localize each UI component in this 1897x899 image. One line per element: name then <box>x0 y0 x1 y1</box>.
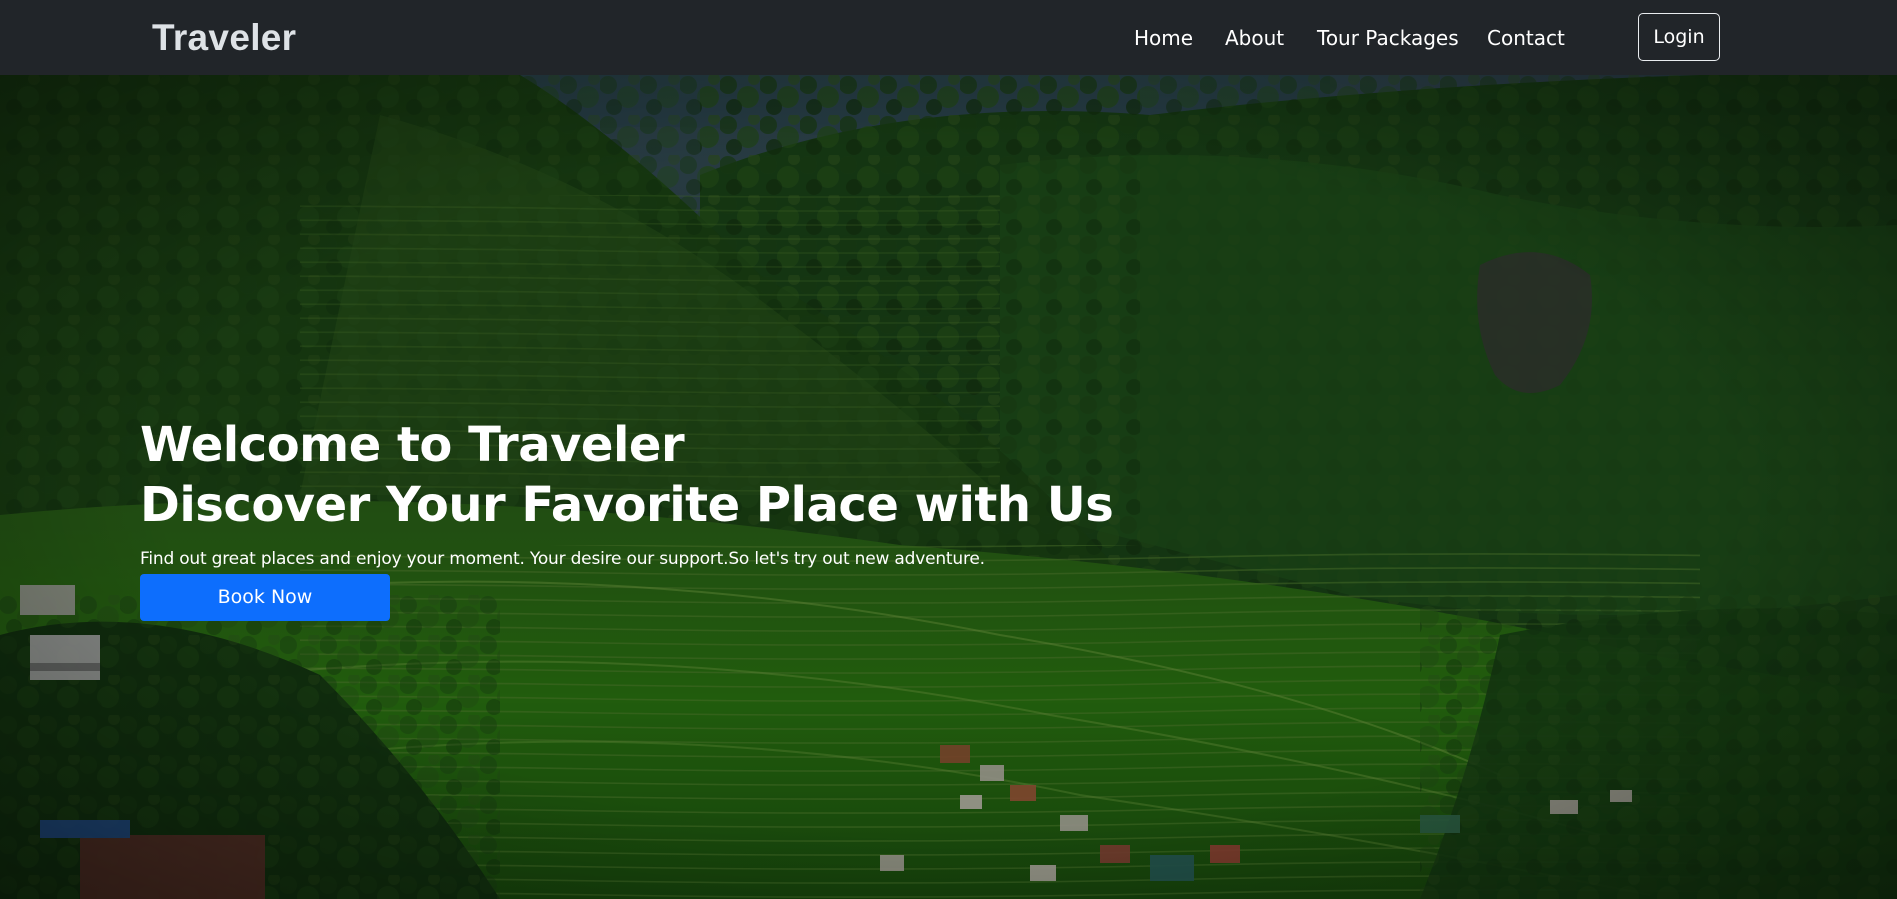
book-now-button[interactable]: Book Now <box>140 574 390 621</box>
login-button[interactable]: Login <box>1638 13 1720 61</box>
nav-item-about[interactable]: About <box>1225 24 1284 52</box>
nav-item-contact[interactable]: Contact <box>1487 24 1565 52</box>
nav-links: Home About Tour Packages Contact <box>0 24 1897 54</box>
hero-title-line-2: Discover Your Favorite Place with Us <box>140 477 1114 533</box>
nav-item-home[interactable]: Home <box>1134 24 1193 52</box>
navbar: Traveler Home About Tour Packages Contac… <box>0 0 1897 75</box>
hero-title: Welcome to Traveler Discover Your Favori… <box>140 415 1140 535</box>
nav-item-tour-packages[interactable]: Tour Packages <box>1317 24 1459 52</box>
hero-subtitle: Find out great places and enjoy your mom… <box>140 549 985 569</box>
hero-title-line-1: Welcome to Traveler <box>140 417 685 473</box>
hero-section: Welcome to Traveler Discover Your Favori… <box>0 75 1897 899</box>
hero-content: Welcome to Traveler Discover Your Favori… <box>140 415 1140 621</box>
